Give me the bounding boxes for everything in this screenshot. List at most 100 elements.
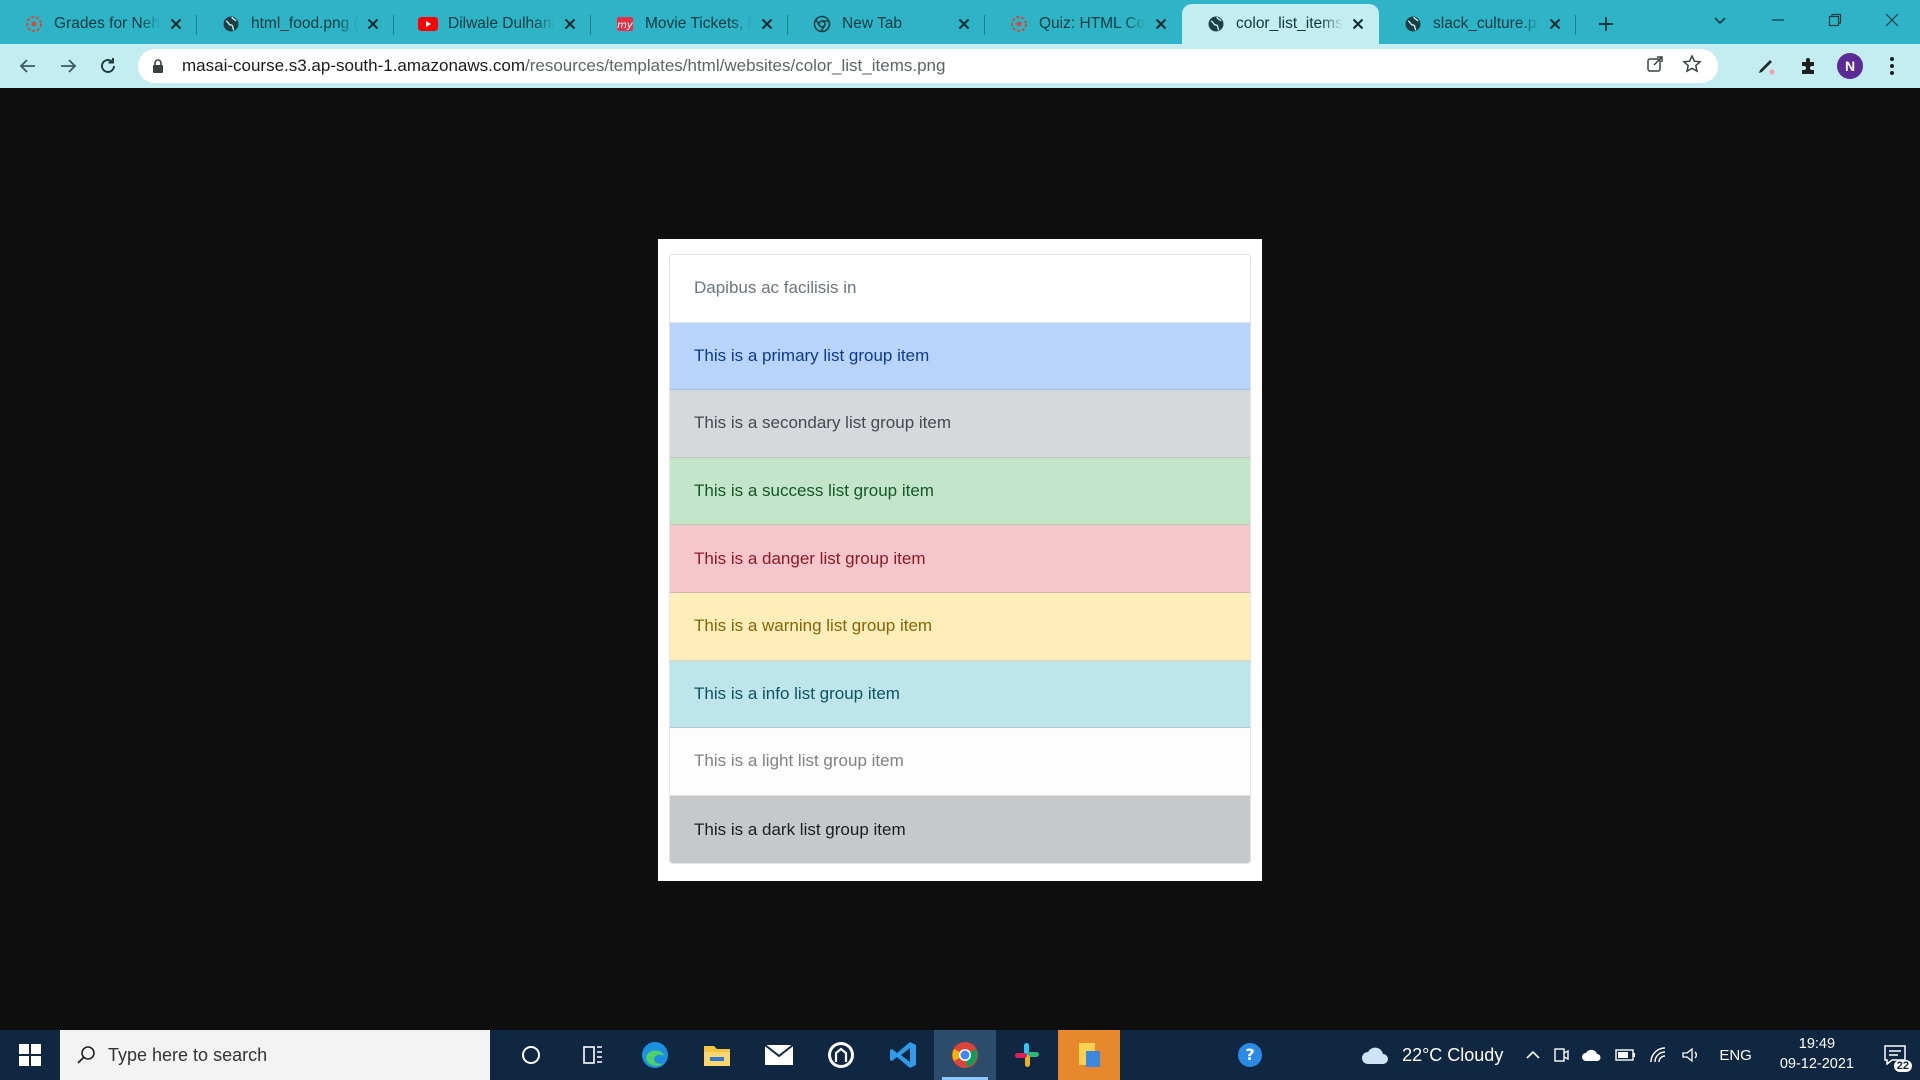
close-window-button[interactable] <box>1863 0 1920 40</box>
volume-icon[interactable] <box>1675 1030 1707 1080</box>
list-group-item-primary: This is a primary list group item <box>670 322 1250 391</box>
task-view-icon[interactable] <box>562 1030 624 1080</box>
tab-title: Movie Tickets, Pla <box>645 15 752 32</box>
edge-icon[interactable] <box>624 1030 686 1080</box>
weather-text[interactable]: 22°C Cloudy <box>1396 1030 1519 1080</box>
mail-icon[interactable] <box>748 1030 810 1080</box>
close-icon[interactable] <box>364 15 382 33</box>
list-group-item-default: Dapibus ac facilisis in <box>670 255 1250 323</box>
list-group: Dapibus ac facilisis in This is a primary… <box>669 254 1251 865</box>
restore-button[interactable] <box>1806 0 1863 40</box>
close-icon[interactable] <box>1349 15 1367 33</box>
file-explorer-icon[interactable] <box>686 1030 748 1080</box>
address-bar[interactable]: masai-course.s3.ap-south-1.amazonaws.com… <box>138 49 1718 83</box>
system-tray: ? 22°C Cloudy ENG 19:49 09-12-2021 22 <box>1230 1030 1920 1080</box>
minimize-button[interactable] <box>1749 0 1806 40</box>
list-group-item-success: This is a success list group item <box>670 457 1250 526</box>
chevron-down-icon <box>1714 17 1726 25</box>
github-desktop-icon[interactable] <box>810 1030 872 1080</box>
browser-tab[interactable]: html_food.png (1( <box>197 4 394 44</box>
windows-taskbar: Type here to search ? 22°C Cloudy ENG 19… <box>0 1030 1920 1080</box>
notification-badge: 22 <box>1893 1060 1912 1072</box>
notification-center-button[interactable]: 22 <box>1870 1030 1920 1080</box>
close-icon[interactable] <box>1152 15 1170 33</box>
list-group-item-light: This is a light list group item <box>670 728 1250 796</box>
tab-title: New Tab <box>842 15 903 32</box>
close-icon[interactable] <box>1546 15 1564 33</box>
slack-icon[interactable] <box>996 1030 1058 1080</box>
tab-strip: Grades for Neha S html_food.png (1( Dilwal… <box>0 0 1920 44</box>
back-button[interactable] <box>8 48 48 84</box>
close-icon[interactable] <box>561 15 579 33</box>
windows-logo-icon <box>19 1044 41 1066</box>
search-placeholder: Type here to search <box>108 1044 268 1065</box>
bookmark-star-icon[interactable] <box>1682 53 1702 79</box>
kebab-menu-icon[interactable] <box>1878 52 1906 80</box>
tab-title: Quiz: HTML Comb <box>1039 15 1146 32</box>
start-button[interactable] <box>0 1030 60 1080</box>
tab-title: html_food.png (1( <box>251 15 358 32</box>
profile-avatar[interactable]: N <box>1836 52 1864 80</box>
plus-icon <box>1599 17 1613 31</box>
browser-tab[interactable]: color_list_items.pi <box>1182 4 1379 44</box>
wifi-icon[interactable] <box>1643 1030 1675 1080</box>
share-icon[interactable] <box>1646 55 1664 78</box>
browser-tab[interactable]: slack_culture.png <box>1379 4 1576 44</box>
help-icon[interactable]: ? <box>1230 1030 1270 1080</box>
toolbar-right: N <box>1752 44 1906 88</box>
list-group-item-secondary: This is a secondary list group item <box>670 390 1250 458</box>
search-icon <box>76 1045 96 1065</box>
globe-icon <box>221 14 241 34</box>
globe-icon <box>1206 14 1226 34</box>
clock[interactable]: 19:49 09-12-2021 <box>1764 1035 1870 1074</box>
weather-cloud-icon[interactable] <box>1354 1030 1396 1080</box>
url-text: masai-course.s3.ap-south-1.amazonaws.com… <box>182 56 946 75</box>
taskbar-search-input[interactable]: Type here to search <box>60 1030 490 1080</box>
browser-tab[interactable]: my Movie Tickets, Pla <box>591 4 788 44</box>
vscode-icon[interactable] <box>872 1030 934 1080</box>
battery-icon[interactable] <box>1609 1030 1643 1080</box>
new-tab-button[interactable] <box>1586 4 1626 44</box>
pen-extension-icon[interactable] <box>1752 52 1780 80</box>
language-indicator[interactable]: ENG <box>1707 1030 1764 1080</box>
lock-icon[interactable] <box>152 58 168 74</box>
forward-button[interactable] <box>48 48 88 84</box>
bookmyshow-icon: my <box>615 14 635 34</box>
arrow-left-icon <box>19 59 35 73</box>
close-icon <box>1885 13 1898 27</box>
browser-tab[interactable]: Quiz: HTML Comb <box>985 4 1182 44</box>
svg-text:my: my <box>617 20 634 31</box>
browser-toolbar: masai-course.s3.ap-south-1.amazonaws.com… <box>0 44 1920 88</box>
chrome-icon[interactable] <box>934 1030 996 1080</box>
window-controls <box>1749 0 1920 40</box>
meet-icon[interactable] <box>1547 1030 1575 1080</box>
chevron-up-icon[interactable] <box>1519 1030 1547 1080</box>
masai-icon <box>1009 14 1029 34</box>
clock-date: 09-12-2021 <box>1779 1056 1854 1072</box>
tab-title: color_list_items.pi <box>1236 15 1343 32</box>
arrow-right-icon <box>61 59 77 73</box>
page-viewport: Dapibus ac facilisis in This is a primary… <box>0 88 1920 1030</box>
extensions-puzzle-icon[interactable] <box>1794 52 1822 80</box>
tab-search-button[interactable] <box>1700 0 1740 40</box>
youtube-icon <box>418 14 438 34</box>
onedrive-cloud-icon[interactable] <box>1575 1030 1609 1080</box>
close-icon[interactable] <box>167 15 185 33</box>
close-icon[interactable] <box>955 15 973 33</box>
browser-tab[interactable]: New Tab <box>788 4 985 44</box>
image-content: Dapibus ac facilisis in This is a primary… <box>658 239 1262 881</box>
list-group-item-danger: This is a danger list group item <box>670 525 1250 593</box>
list-group-item-info: This is a info list group item <box>670 660 1250 729</box>
reload-button[interactable] <box>88 48 128 84</box>
sticky-app-icon[interactable] <box>1058 1030 1120 1080</box>
tab-title: slack_culture.png <box>1433 15 1540 32</box>
list-group-item-warning: This is a warning list group item <box>670 592 1250 661</box>
close-icon[interactable] <box>758 15 776 33</box>
reload-icon <box>101 58 115 73</box>
browser-tab[interactable]: Grades for Neha S <box>0 4 197 44</box>
cortana-icon[interactable] <box>500 1030 562 1080</box>
svg-text:?: ? <box>1245 1045 1254 1064</box>
browser-tab[interactable]: Dilwale Dulhania L <box>394 4 591 44</box>
restore-icon <box>1828 13 1841 27</box>
globe-icon <box>1403 14 1423 34</box>
